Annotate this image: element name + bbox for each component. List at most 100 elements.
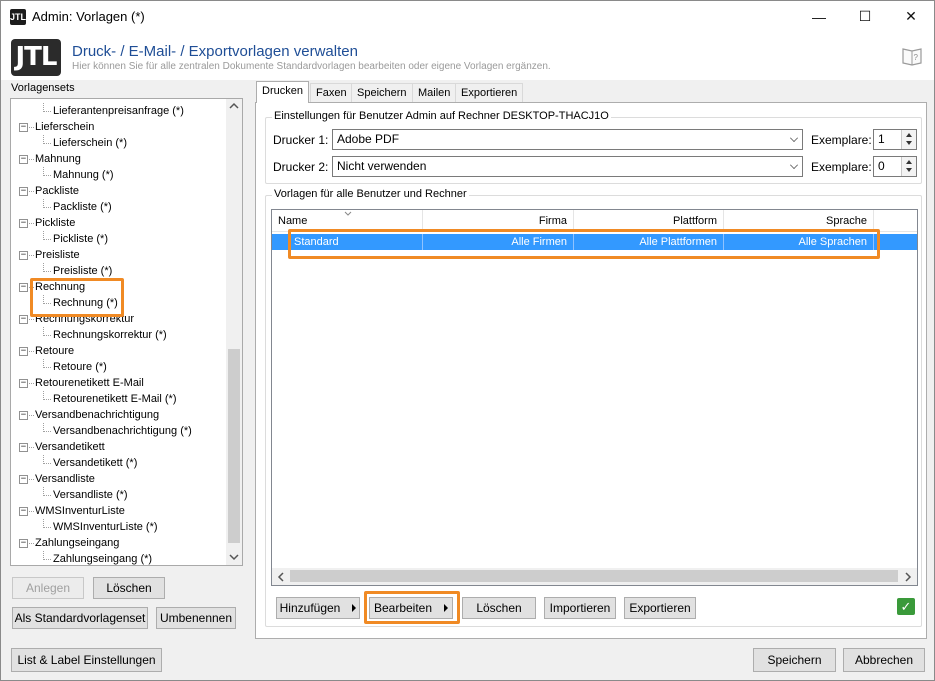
- tab-mailen[interactable]: Mailen: [412, 83, 457, 103]
- tree-leaf[interactable]: Retourenetikett E-Mail (*): [11, 391, 229, 407]
- exemplare1-stepper[interactable]: 1: [873, 129, 917, 150]
- exportieren-button[interactable]: Exportieren: [624, 597, 696, 619]
- tree-leaf[interactable]: Lieferschein (*): [11, 135, 229, 151]
- collapse-icon[interactable]: −: [19, 539, 28, 548]
- tree-leaf[interactable]: Versandbenachrichtigung (*): [11, 423, 229, 439]
- collapse-icon[interactable]: −: [19, 507, 28, 516]
- tree-node[interactable]: − Packliste: [11, 183, 229, 199]
- tree-node-label: Versandbenachrichtigung: [35, 409, 160, 421]
- collapse-icon[interactable]: −: [19, 443, 28, 452]
- collapse-icon[interactable]: −: [19, 411, 28, 420]
- tree-leaf[interactable]: Pickliste (*): [11, 231, 229, 247]
- cancel-button[interactable]: Abbrechen: [843, 648, 925, 672]
- tree-node[interactable]: − Preisliste: [11, 247, 229, 263]
- tree-node[interactable]: − Versandliste: [11, 471, 229, 487]
- scroll-up-icon[interactable]: [229, 102, 239, 110]
- exemplare2-stepper[interactable]: 0: [873, 156, 917, 177]
- tree-leaf[interactable]: Preisliste (*): [11, 263, 229, 279]
- scroll-left-icon[interactable]: [277, 572, 285, 582]
- tree-connector: [43, 495, 51, 496]
- tree-leaf[interactable]: Mahnung (*): [11, 167, 229, 183]
- grid-scroll-thumb[interactable]: [290, 570, 898, 582]
- sort-indicator-icon: [344, 211, 352, 216]
- drucker2-select[interactable]: Nicht verwenden: [332, 156, 803, 177]
- chevron-down-icon: [790, 161, 798, 169]
- tree-node[interactable]: − Zahlungseingang: [11, 535, 229, 551]
- tab-speichern[interactable]: Speichern: [351, 83, 413, 103]
- scroll-down-icon[interactable]: [229, 553, 239, 561]
- help-book-icon[interactable]: ?: [900, 45, 924, 67]
- grid-horizontal-scrollbar[interactable]: [272, 568, 917, 585]
- tree-leaf[interactable]: Retoure (*): [11, 359, 229, 375]
- list-label-settings-button[interactable]: List & Label Einstellungen: [11, 648, 162, 672]
- tree-connector: [29, 255, 34, 256]
- tree-node[interactable]: − Versandetikett: [11, 439, 229, 455]
- tree-leaf-label: Zahlungseingang (*): [53, 553, 153, 565]
- tree-leaf[interactable]: Versandliste (*): [11, 487, 229, 503]
- svg-text:?: ?: [914, 53, 919, 62]
- tree-node[interactable]: − Lieferschein: [11, 119, 229, 135]
- spin-down-icon[interactable]: [906, 168, 912, 172]
- vorlagensets-tree[interactable]: Lieferantenpreisanfrage (*) − Lieferschein…: [10, 98, 243, 566]
- importieren-button[interactable]: Importieren: [544, 597, 616, 619]
- tree-connector: [43, 207, 51, 208]
- drucker1-select[interactable]: Adobe PDF: [332, 129, 803, 150]
- tree-node-label: Preisliste: [35, 249, 80, 261]
- save-button[interactable]: Speichern: [753, 648, 836, 672]
- collapse-icon[interactable]: −: [19, 347, 28, 356]
- templates-grid[interactable]: Name Firma Plattform Sprache Standard Al…: [271, 209, 918, 586]
- tree-leaf-label: Preisliste (*): [53, 265, 113, 277]
- chevron-down-icon: [790, 134, 798, 142]
- tree-node[interactable]: − Mahnung: [11, 151, 229, 167]
- hinzufuegen-button[interactable]: Hinzufügen: [276, 597, 360, 619]
- maximize-button[interactable]: ☐: [842, 1, 888, 32]
- checkmark-icon: ✓: [897, 598, 915, 615]
- spin-up-icon[interactable]: [906, 133, 912, 137]
- collapse-icon[interactable]: −: [19, 187, 28, 196]
- spin-down-icon[interactable]: [906, 141, 912, 145]
- tree-connector: [43, 239, 51, 240]
- tab-faxen[interactable]: Faxen: [310, 83, 353, 103]
- vorlagenset-loeschen-button[interactable]: Löschen: [93, 577, 165, 599]
- spin-up-icon[interactable]: [906, 160, 912, 164]
- tree-node[interactable]: − WMSInventurListe: [11, 503, 229, 519]
- anlegen-button[interactable]: Anlegen: [12, 577, 84, 599]
- tree-leaf[interactable]: WMSInventurListe (*): [11, 519, 229, 535]
- exemplare2-spin-buttons[interactable]: [901, 157, 916, 176]
- tab-drucken[interactable]: Drucken: [256, 81, 309, 103]
- minimize-button[interactable]: —: [796, 1, 842, 32]
- tree-node[interactable]: − Versandbenachrichtigung: [11, 407, 229, 423]
- tree-leaf[interactable]: Rechnungskorrektur (*): [11, 327, 229, 343]
- tab-exportieren[interactable]: Exportieren: [455, 83, 524, 103]
- collapse-icon[interactable]: −: [19, 251, 28, 260]
- tree-leaf[interactable]: Zahlungseingang (*): [11, 551, 229, 565]
- scroll-right-icon[interactable]: [904, 572, 912, 582]
- collapse-icon[interactable]: −: [19, 123, 28, 132]
- tree-leaf-label: Versandetikett (*): [53, 457, 138, 469]
- close-button[interactable]: ✕: [888, 1, 934, 32]
- tree-node[interactable]: − Retoure: [11, 343, 229, 359]
- tree-leaf[interactable]: Packliste (*): [11, 199, 229, 215]
- umbenennen-button[interactable]: Umbenennen: [156, 607, 236, 629]
- tree-node[interactable]: − Retourenetikett E-Mail: [11, 375, 229, 391]
- tree-connector: [43, 143, 51, 144]
- exemplare1-spin-buttons[interactable]: [901, 130, 916, 149]
- tree-leaf[interactable]: Versandetikett (*): [11, 455, 229, 471]
- collapse-icon[interactable]: −: [19, 219, 28, 228]
- tree-connector: [29, 351, 34, 352]
- tree-node[interactable]: − Pickliste: [11, 215, 229, 231]
- tree-leaf-label: Retoure (*): [53, 361, 107, 373]
- collapse-icon[interactable]: −: [19, 315, 28, 324]
- collapse-icon[interactable]: −: [19, 283, 28, 292]
- collapse-icon[interactable]: −: [19, 475, 28, 484]
- tree-scroll-thumb[interactable]: [228, 349, 240, 543]
- collapse-icon[interactable]: −: [19, 379, 28, 388]
- vorlage-loeschen-button[interactable]: Löschen: [462, 597, 536, 619]
- vorlagensets-label: Vorlagensets: [11, 82, 75, 94]
- als-standard-button[interactable]: Als Standardvorlagenset: [12, 607, 148, 629]
- app-logo-icon: JTL: [10, 9, 26, 25]
- tree-leaf[interactable]: Lieferantenpreisanfrage (*): [11, 103, 229, 119]
- collapse-icon[interactable]: −: [19, 155, 28, 164]
- drucker1-label: Drucker 1:: [273, 133, 329, 147]
- minimize-icon: —: [812, 8, 826, 25]
